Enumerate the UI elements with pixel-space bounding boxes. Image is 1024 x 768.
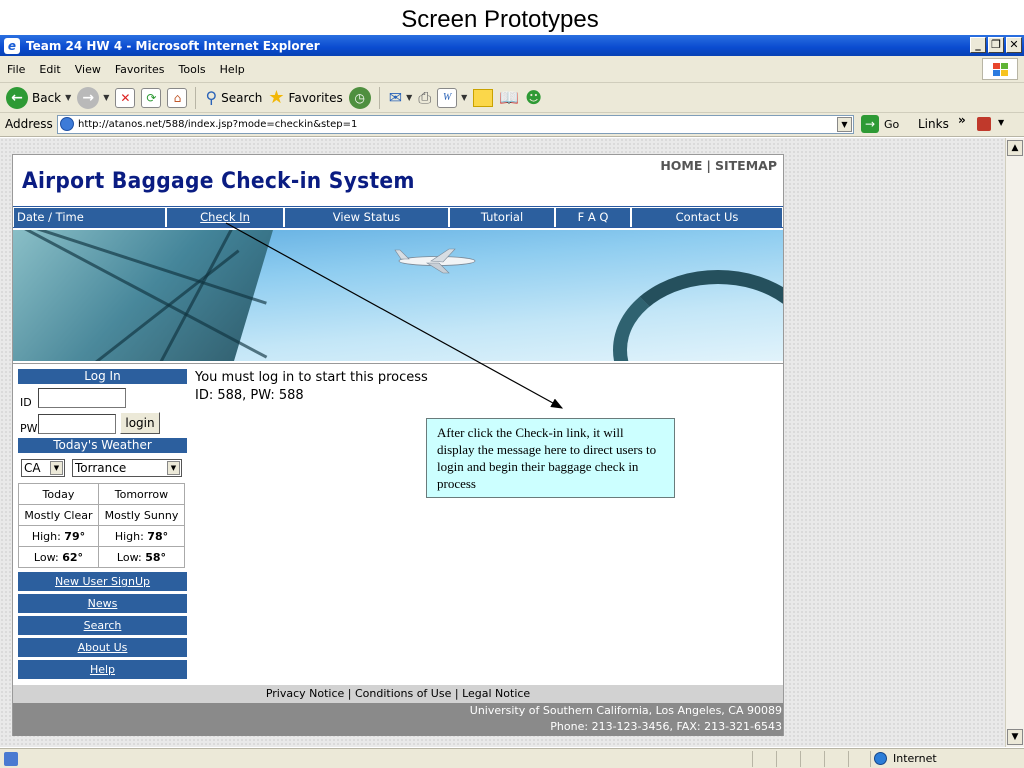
page-status-icon [4,752,18,766]
zone-label: Internet [893,752,937,765]
internet-globe-icon [874,752,887,765]
security-zone: Internet [874,752,937,765]
status-bar: Internet [0,748,1024,768]
annotation-callout: After click the Check-in link, it will d… [426,418,675,498]
callout-arrow [225,222,564,409]
